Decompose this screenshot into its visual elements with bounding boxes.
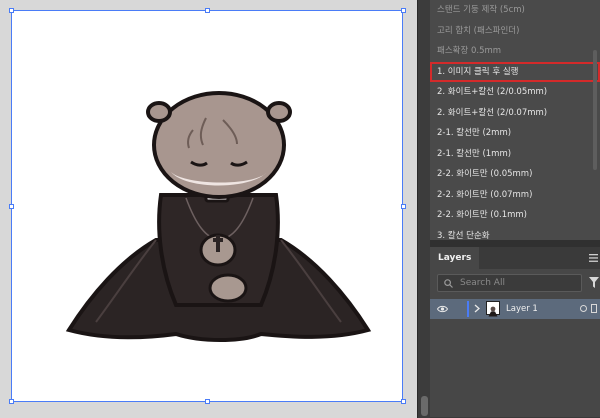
- layer-name[interactable]: Layer 1: [506, 299, 538, 319]
- character-illustration[interactable]: [61, 90, 376, 345]
- artboard[interactable]: [11, 10, 403, 402]
- layers-tab-bar: Layers: [430, 247, 600, 269]
- panel-divider: [430, 240, 600, 247]
- search-placeholder: Search All: [460, 278, 505, 288]
- layers-search-row: Search All: [430, 269, 600, 299]
- resize-handle-bottom-right[interactable]: [401, 399, 406, 404]
- layer-thumbnail: [486, 301, 500, 317]
- search-icon: [444, 279, 453, 288]
- target-circle-icon[interactable]: [580, 305, 587, 312]
- tab-layers[interactable]: Layers: [430, 247, 480, 269]
- layer-row[interactable]: Layer 1: [430, 299, 600, 319]
- actions-panel: 스탠드 기둥 제작 (5cm) 고리 합치 (패스파인더) 패스확장 0.5mm 1.…: [430, 0, 600, 240]
- resize-handle-middle-right[interactable]: [401, 204, 406, 209]
- action-item[interactable]: 2. 화이트+칼선 (2/0.07mm): [430, 103, 600, 124]
- layer-color-indicator: [467, 301, 469, 317]
- canvas-scrollbar[interactable]: [417, 0, 431, 418]
- scroll-thumb[interactable]: [421, 396, 428, 416]
- canvas-area[interactable]: [0, 0, 417, 418]
- action-item[interactable]: 3. 칼선 단순화: [430, 226, 600, 241]
- action-item[interactable]: 2-2. 화이트만 (0.05mm): [430, 164, 600, 185]
- action-item[interactable]: 스탠드 기둥 제작 (5cm): [430, 0, 600, 21]
- selection-indicator[interactable]: [591, 304, 597, 313]
- funnel-filter-icon[interactable]: [589, 277, 599, 288]
- eye-icon[interactable]: [437, 305, 448, 313]
- resize-handle-top-center[interactable]: [205, 8, 210, 13]
- resize-handle-top-left[interactable]: [9, 8, 14, 13]
- action-item[interactable]: 2-1. 칼선만 (2mm): [430, 123, 600, 144]
- action-item[interactable]: 2. 화이트+칼선 (2/0.05mm): [430, 82, 600, 103]
- chevron-right-icon[interactable]: [474, 304, 480, 313]
- resize-handle-bottom-left[interactable]: [9, 399, 14, 404]
- actions-list: 스탠드 기둥 제작 (5cm) 고리 합치 (패스파인더) 패스확장 0.5mm 1.…: [430, 0, 600, 240]
- action-item[interactable]: 2-2. 화이트만 (0.07mm): [430, 185, 600, 206]
- layers-panel: Layers Search All Layer 1: [430, 247, 600, 418]
- action-item-highlighted[interactable]: 1. 이미지 클릭 후 실행: [430, 61, 600, 82]
- resize-handle-middle-left[interactable]: [9, 204, 14, 209]
- resize-handle-bottom-center[interactable]: [205, 399, 210, 404]
- action-item[interactable]: 패스확장 0.5mm: [430, 41, 600, 62]
- action-item[interactable]: 2-1. 칼선만 (1mm): [430, 144, 600, 165]
- resize-handle-top-right[interactable]: [401, 8, 406, 13]
- hamburger-menu-icon[interactable]: [589, 254, 598, 262]
- actions-scrollbar[interactable]: [593, 50, 597, 170]
- action-item[interactable]: 고리 합치 (패스파인더): [430, 21, 600, 42]
- layers-search-input[interactable]: Search All: [437, 274, 582, 292]
- action-item[interactable]: 2-2. 화이트만 (0.1mm): [430, 205, 600, 226]
